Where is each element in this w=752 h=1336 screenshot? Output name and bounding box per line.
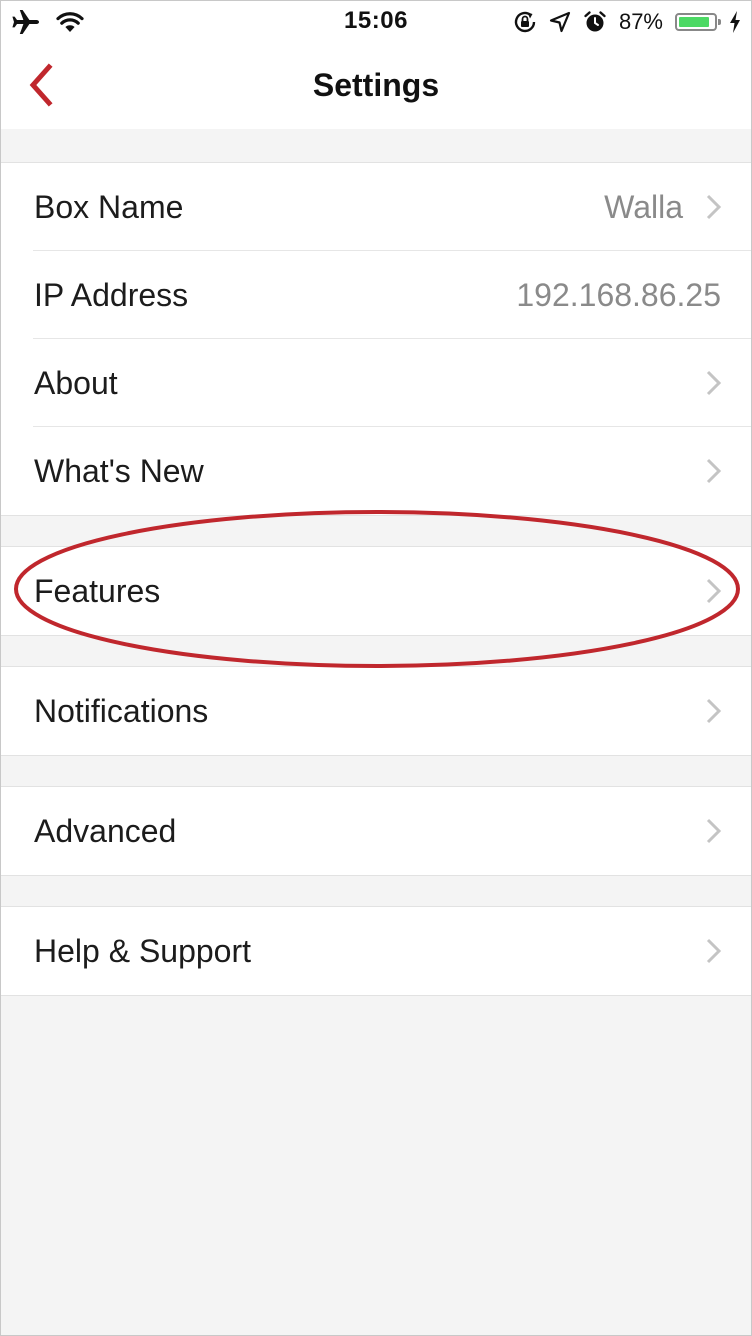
page-title: Settings <box>312 67 440 103</box>
features-row[interactable]: Features <box>1 547 751 635</box>
battery-level <box>679 17 709 27</box>
battery-icon <box>675 13 721 31</box>
rotation-lock-icon <box>514 11 536 33</box>
notifications-label: Notifications <box>34 693 209 729</box>
ip-address-label: IP Address <box>34 277 189 313</box>
chevron-right-icon <box>706 938 722 964</box>
whats-new-label: What's New <box>34 453 204 489</box>
location-icon <box>549 11 571 33</box>
status-bar: 15:06 87% <box>1 1 751 43</box>
ip-address-value: 192.168.86.25 <box>516 277 721 313</box>
chevron-right-icon <box>706 818 722 844</box>
settings-group-notifications: Notifications <box>1 666 751 756</box>
chevron-right-icon <box>706 370 722 396</box>
settings-group-help: Help & Support <box>1 906 751 996</box>
alarm-icon <box>584 11 606 32</box>
settings-group-advanced: Advanced <box>1 786 751 876</box>
chevron-right-icon <box>706 458 722 484</box>
settings-group-features: Features <box>1 546 751 636</box>
about-label: About <box>34 365 118 401</box>
advanced-label: Advanced <box>34 813 177 849</box>
notifications-row[interactable]: Notifications <box>1 667 751 755</box>
box-name-row[interactable]: Box Name Walla <box>1 163 751 251</box>
settings-group-general: Box Name Walla IP Address 192.168.86.25 … <box>1 162 751 516</box>
chevron-right-icon <box>706 578 722 604</box>
whats-new-row[interactable]: What's New <box>1 427 751 515</box>
ip-address-row: IP Address 192.168.86.25 <box>1 251 751 339</box>
navigation-bar: Settings <box>1 43 751 129</box>
status-bar-right: 87% <box>513 7 741 37</box>
battery-percent: 87% <box>618 9 663 34</box>
features-label: Features <box>34 573 161 609</box>
box-name-value: Walla <box>604 189 683 225</box>
phone-screen: 15:06 87% Settings Box Name Walla IP Add… <box>0 0 752 1336</box>
charging-icon <box>730 11 740 33</box>
help-support-row[interactable]: Help & Support <box>1 907 751 995</box>
help-support-label: Help & Support <box>34 933 252 969</box>
chevron-right-icon <box>706 194 722 220</box>
battery-tip <box>718 19 721 25</box>
about-row[interactable]: About <box>1 339 751 427</box>
chevron-right-icon <box>706 698 722 724</box>
box-name-label: Box Name <box>34 189 184 225</box>
advanced-row[interactable]: Advanced <box>1 787 751 875</box>
